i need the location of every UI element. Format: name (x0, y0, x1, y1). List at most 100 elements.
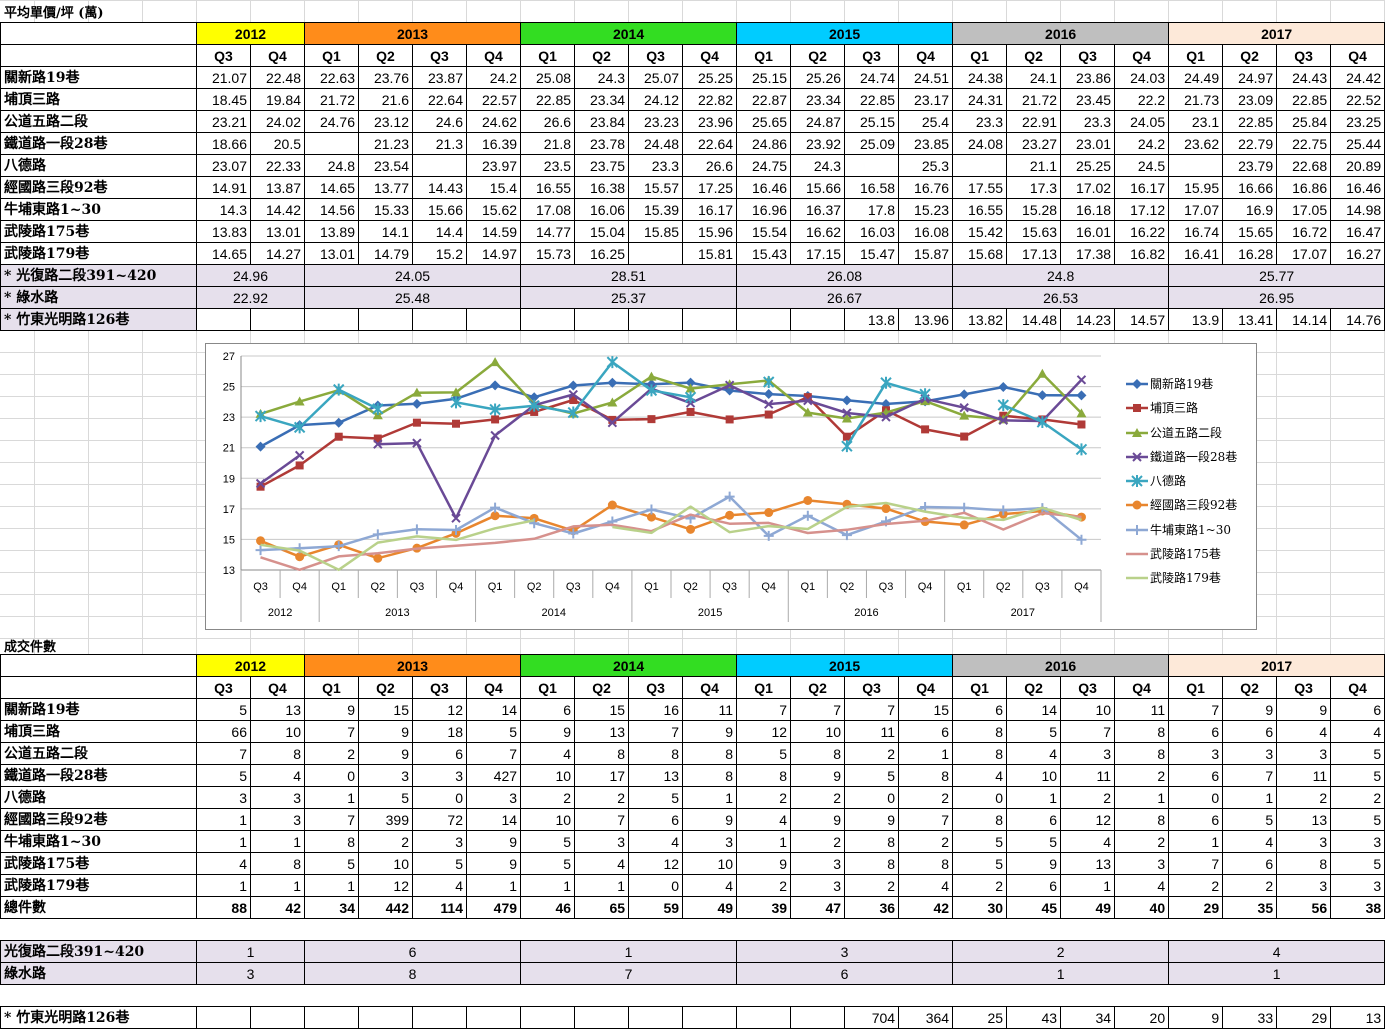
quarter-header: Q4 (1330, 44, 1385, 67)
quarter-header: Q4 (682, 676, 738, 699)
year-value-cell: 2 (952, 940, 1170, 963)
quarter-header: Q3 (1276, 676, 1332, 699)
year-value-cell: 1 (196, 940, 305, 963)
series-point (491, 415, 500, 424)
value-cell: 17.12 (1114, 198, 1170, 221)
legend-item: 鐵道路一段28巷 (1126, 445, 1254, 469)
blank-cell (737, 919, 791, 941)
value-cell: 23.78 (574, 132, 630, 155)
value-cell: 4 (898, 874, 954, 897)
quarter-header: Q4 (682, 44, 738, 67)
value-cell: 17.13 (1006, 242, 1062, 265)
series-point (255, 545, 266, 556)
legend-swatch (1126, 404, 1148, 413)
row-label: 埔頂三路 (0, 88, 197, 111)
value-cell: 16.38 (574, 176, 630, 199)
value-cell: 29 (1168, 896, 1224, 919)
value-cell: 3 (412, 830, 467, 853)
quarter-header: Q2 (358, 44, 413, 67)
value-cell: 8 (952, 720, 1008, 743)
blank-cell (1061, 985, 1115, 1007)
value-cell: 4 (1060, 830, 1116, 853)
value-cell: 49 (1060, 896, 1116, 919)
value-cell: 24.75 (736, 154, 792, 177)
value-cell: 7 (1060, 720, 1116, 743)
series-point (959, 389, 970, 400)
x-quarter-label: Q3 (722, 581, 737, 593)
year-value-cell: 7 (520, 962, 738, 985)
value-cell: 13 (574, 720, 630, 743)
x-quarter-label: Q4 (1074, 581, 1089, 593)
value-cell: 13.82 (952, 308, 1008, 331)
value-cell: 17.15 (790, 242, 846, 265)
value-cell: 427 (465, 764, 522, 787)
value-cell: 25.84 (1276, 110, 1332, 133)
year-header: 2017 (1168, 22, 1385, 45)
value-cell: 17.02 (1060, 176, 1116, 199)
blank-cell (845, 985, 899, 1007)
x-quarter-label: Q3 (410, 581, 425, 593)
value-cell: 13.01 (304, 242, 359, 265)
value-cell: 16.82 (1114, 242, 1170, 265)
year-header: 2016 (952, 654, 1170, 677)
series-line-group (255, 375, 1087, 523)
year-value-cell: 25.48 (303, 286, 522, 309)
x-quarter-label: Q1 (957, 581, 972, 593)
value-cell: 24.5 (1114, 154, 1170, 177)
value-cell: 1 (898, 742, 954, 765)
value-cell: 16.55 (520, 176, 576, 199)
value-cell: 479 (465, 896, 522, 919)
series-point (1076, 375, 1087, 385)
value-cell (465, 1006, 522, 1029)
value-cell: 15.81 (682, 242, 738, 265)
value-cell: 1 (574, 874, 630, 897)
value-cell: 23.96 (682, 110, 738, 133)
row-label: * 竹東光明路126巷 (0, 1006, 197, 1029)
blank-cell (359, 919, 413, 941)
value-cell: 5 (465, 720, 522, 743)
value-cell: 23.09 (1222, 88, 1278, 111)
value-cell: 9 (844, 808, 900, 831)
value-cell: 23.34 (790, 88, 846, 111)
value-cell (952, 154, 1008, 177)
row-label: 八德路 (0, 786, 197, 809)
value-cell: 23.45 (1060, 88, 1116, 111)
blank-cell (953, 985, 1007, 1007)
value-cell: 15.42 (952, 220, 1008, 243)
value-cell: 16.74 (1168, 220, 1224, 243)
value-cell: 7 (844, 698, 900, 721)
value-cell: 21.3 (412, 132, 467, 155)
value-cell: 0 (1168, 786, 1224, 809)
year-header: 2013 (303, 22, 522, 45)
value-cell (412, 154, 467, 177)
value-cell: 1 (304, 786, 359, 809)
row-label: 牛埔東路1~30 (0, 198, 197, 221)
value-cell: 23.3 (952, 110, 1008, 133)
value-cell: 11 (1060, 764, 1116, 787)
value-cell: 24.2 (465, 66, 522, 89)
value-cell (196, 1006, 251, 1029)
value-cell: 22.48 (250, 66, 305, 89)
value-cell: 14.76 (1330, 308, 1385, 331)
value-cell: 16.66 (1222, 176, 1278, 199)
series-point (1132, 500, 1142, 510)
value-cell: 24.62 (465, 110, 522, 133)
value-cell: 16.41 (1168, 242, 1224, 265)
value-cell: 4 (1276, 720, 1332, 743)
value-cell: 11 (1276, 764, 1332, 787)
value-cell (465, 308, 522, 331)
value-cell: 25.65 (736, 110, 792, 133)
x-quarter-label: Q2 (840, 581, 855, 593)
blank-cell (413, 985, 467, 1007)
value-cell: 14.98 (1330, 198, 1385, 221)
value-cell: 8 (736, 764, 792, 787)
series-point (1076, 390, 1087, 401)
value-cell: 17.8 (844, 198, 900, 221)
value-cell: 23.79 (1222, 154, 1278, 177)
header-corner (0, 676, 197, 699)
value-cell: 5 (358, 786, 413, 809)
value-cell: 6 (1222, 720, 1278, 743)
value-cell: 22.85 (1276, 88, 1332, 111)
value-cell: 38 (1330, 896, 1385, 919)
series-point (490, 357, 501, 367)
